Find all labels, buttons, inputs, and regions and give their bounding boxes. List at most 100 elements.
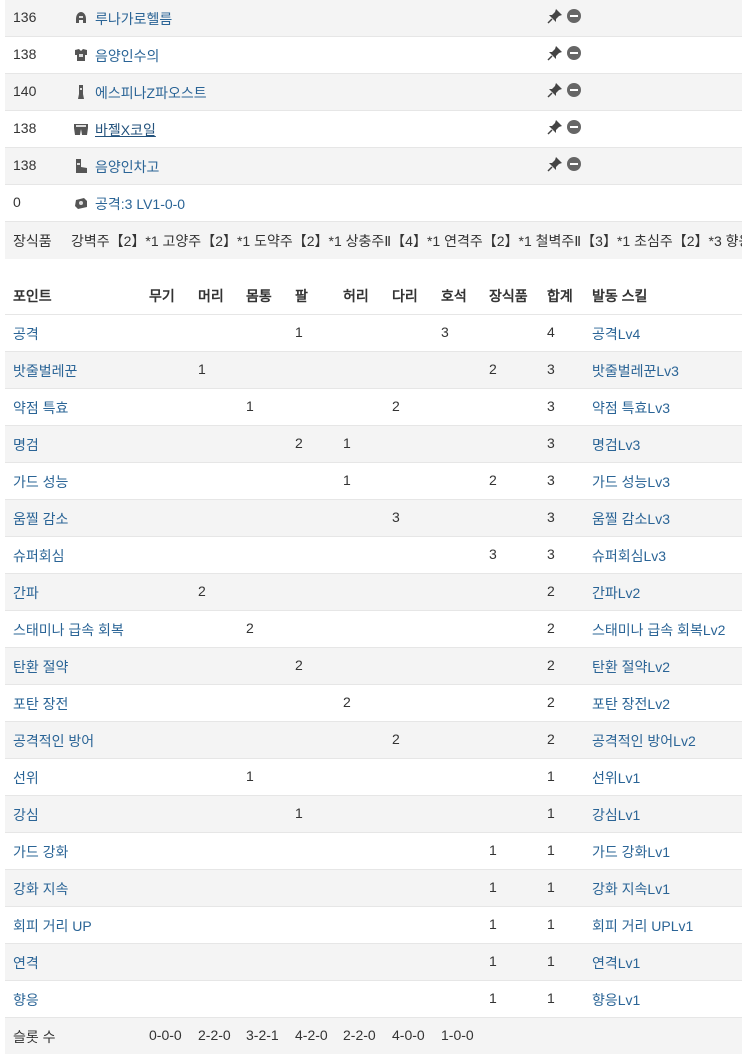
table-row: 밧줄벌레꾼 1 2 3 밧줄벌레꾼Lv3 — [5, 351, 742, 388]
decoration-row: 장식품 강벽주【2】*1 고양주【2】*1 도약주【2】*1 상충주Ⅱ【4】*1… — [5, 222, 742, 259]
total-cell: 1 — [547, 916, 555, 932]
slot-value: 3-2-1 — [246, 1027, 279, 1043]
equipment-name-link[interactable]: 음양인차고 — [95, 157, 159, 177]
active-skill-link[interactable]: 향응Lv1 — [592, 990, 640, 1010]
point-cell: 1 — [295, 324, 303, 340]
total-cell: 1 — [547, 768, 555, 784]
skill-name-link[interactable]: 가드 성능 — [13, 472, 68, 492]
skill-name-link[interactable]: 움찔 감소 — [13, 509, 68, 529]
table-body: 공격 1 3 4 공격Lv4 밧줄벌레꾼 1 2 3 밧줄벌레꾼Lv3 약점 특효 1 2 3 약점 특효L… — [5, 314, 742, 1017]
active-skill-link[interactable]: 간파Lv2 — [592, 583, 640, 603]
total-cell: 3 — [547, 361, 555, 377]
active-skill-link[interactable]: 스태미나 급속 회복Lv2 — [592, 620, 725, 640]
total-cell: 3 — [547, 546, 555, 562]
skill-name-link[interactable]: 회피 거리 UP — [13, 916, 92, 936]
equipment-row: 136 루나가로헬름 — [5, 0, 742, 37]
skill-name-link[interactable]: 간파 — [13, 583, 39, 603]
point-cell: 2 — [198, 583, 206, 599]
equipment-name-link[interactable]: 루나가로헬름 — [95, 9, 172, 29]
header-arm: 팔 — [295, 288, 308, 304]
header-leg: 다리 — [392, 288, 418, 304]
pin-icon[interactable] — [547, 8, 563, 24]
equipment-table: 136 루나가로헬름 138 음양인수의 140 에스피나Z파오스트 138 바… — [5, 0, 742, 259]
total-cell: 1 — [547, 953, 555, 969]
remove-icon[interactable] — [567, 9, 581, 23]
active-skill-link[interactable]: 공격적인 방어Lv2 — [592, 731, 696, 751]
table-row: 약점 특효 1 2 3 약점 특효Lv3 — [5, 388, 742, 425]
active-skill-link[interactable]: 강심Lv1 — [592, 805, 640, 825]
point-cell: 3 — [392, 509, 400, 525]
equipment-level: 138 — [13, 157, 37, 173]
pin-icon[interactable] — [547, 156, 563, 172]
equipment-actions — [547, 156, 581, 172]
active-skill-link[interactable]: 움찔 감소Lv3 — [592, 509, 670, 529]
table-row: 강심 1 1 강심Lv1 — [5, 795, 742, 832]
skill-name-link[interactable]: 밧줄벌레꾼 — [13, 361, 77, 381]
table-row: 선위 1 1 선위Lv1 — [5, 758, 742, 795]
total-cell: 3 — [547, 435, 555, 451]
point-cell: 2 — [295, 435, 303, 451]
active-skill-link[interactable]: 연격Lv1 — [592, 953, 640, 973]
equipment-level: 0 — [13, 194, 21, 210]
remove-icon[interactable] — [567, 157, 581, 171]
equipment-level: 140 — [13, 83, 37, 99]
skill-name-link[interactable]: 포탄 장전 — [13, 694, 68, 714]
table-row: 연격 1 1 연격Lv1 — [5, 943, 742, 980]
slot-value: 2-2-0 — [343, 1027, 376, 1043]
skill-name-link[interactable]: 가드 강화 — [13, 842, 68, 862]
point-cell: 2 — [343, 694, 351, 710]
active-skill-link[interactable]: 가드 성능Lv3 — [592, 472, 670, 492]
skill-name-link[interactable]: 강심 — [13, 805, 39, 825]
active-skill-link[interactable]: 회피 거리 UPLv1 — [592, 916, 693, 936]
point-cell: 1 — [489, 879, 497, 895]
equipment-name-link[interactable]: 바젤X코일 — [95, 120, 156, 140]
equipment-actions — [547, 8, 581, 24]
active-skill-link[interactable]: 탄환 절약Lv2 — [592, 657, 670, 677]
skill-name-link[interactable]: 공격적인 방어 — [13, 731, 94, 751]
active-skill-link[interactable]: 가드 강화Lv1 — [592, 842, 670, 862]
skill-name-link[interactable]: 명검 — [13, 435, 39, 455]
total-cell: 2 — [547, 583, 555, 599]
active-skill-link[interactable]: 약점 특효Lv3 — [592, 398, 670, 418]
total-cell: 3 — [547, 472, 555, 488]
active-skill-link[interactable]: 포탄 장전Lv2 — [592, 694, 670, 714]
active-skill-link[interactable]: 슈퍼회심Lv3 — [592, 546, 666, 566]
skill-name-link[interactable]: 슈퍼회심 — [13, 546, 65, 566]
skill-name-link[interactable]: 약점 특효 — [13, 398, 68, 418]
skill-name-link[interactable]: 향응 — [13, 990, 39, 1010]
equipment-name-link[interactable]: 공격:3 LV1-0-0 — [95, 194, 185, 214]
skill-name-link[interactable]: 탄환 절약 — [13, 657, 68, 677]
total-cell: 2 — [547, 620, 555, 636]
remove-icon[interactable] — [567, 46, 581, 60]
table-row: 간파 2 2 간파Lv2 — [5, 573, 742, 610]
pin-icon[interactable] — [547, 82, 563, 98]
equipment-name-link[interactable]: 음양인수의 — [95, 46, 159, 66]
pin-icon[interactable] — [547, 45, 563, 61]
remove-icon[interactable] — [567, 83, 581, 97]
chest-armor-icon — [73, 47, 89, 63]
remove-icon[interactable] — [567, 120, 581, 134]
active-skill-link[interactable]: 선위Lv1 — [592, 768, 640, 788]
active-skill-link[interactable]: 밧줄벌레꾼Lv3 — [592, 361, 679, 381]
active-skill-link[interactable]: 강화 지속Lv1 — [592, 879, 670, 899]
equipment-name-link[interactable]: 에스피나Z파오스트 — [95, 83, 207, 103]
skill-name-link[interactable]: 공격 — [13, 324, 39, 344]
point-cell: 1 — [343, 435, 351, 451]
skill-name-link[interactable]: 강화 지속 — [13, 879, 68, 899]
decoration-list: 강벽주【2】*1 고양주【2】*1 도약주【2】*1 상충주Ⅱ【4】*1 연격주… — [71, 233, 742, 249]
skill-name-link[interactable]: 선위 — [13, 768, 39, 788]
header-head: 머리 — [198, 288, 224, 304]
table-row: 강화 지속 1 1 강화 지속Lv1 — [5, 869, 742, 906]
slots-label: 슬롯 수 — [13, 1029, 56, 1045]
equipment-row: 138 음양인차고 — [5, 148, 742, 185]
active-skill-link[interactable]: 공격Lv4 — [592, 324, 640, 344]
skill-name-link[interactable]: 연격 — [13, 953, 39, 973]
skill-name-link[interactable]: 스태미나 급속 회복 — [13, 620, 124, 640]
pin-icon[interactable] — [547, 119, 563, 135]
slot-value: 0-0-0 — [149, 1027, 182, 1043]
total-cell: 2 — [547, 731, 555, 747]
active-skill-link[interactable]: 명검Lv3 — [592, 435, 640, 455]
point-cell: 1 — [489, 916, 497, 932]
helmet-icon — [73, 10, 89, 26]
slot-value: 1-0-0 — [441, 1027, 474, 1043]
